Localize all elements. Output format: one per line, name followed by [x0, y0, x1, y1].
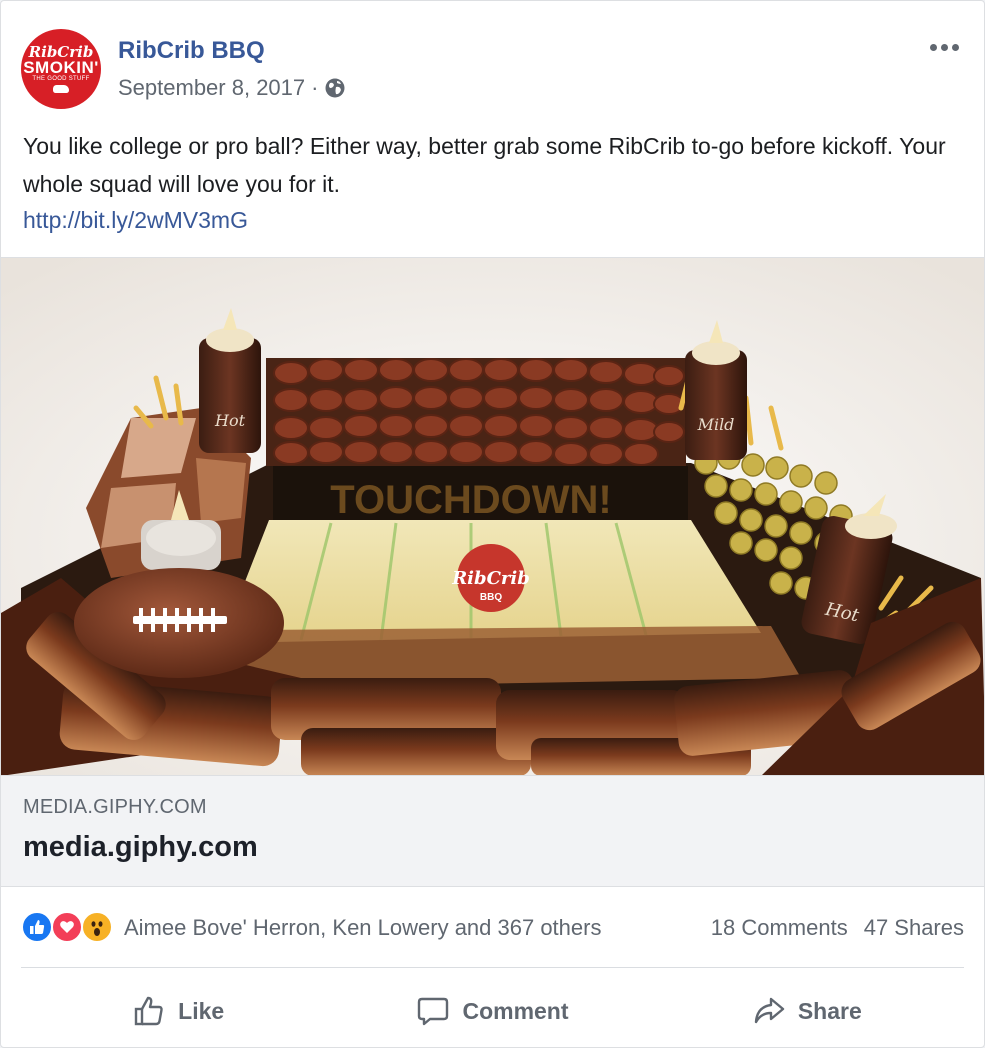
post-date[interactable]: September 8, 2017 — [118, 75, 305, 101]
avatar-line-2: SMOKIN' — [23, 58, 99, 77]
bottle-label: Hot — [214, 411, 246, 430]
globe-icon[interactable] — [324, 77, 346, 99]
more-dot-icon — [929, 43, 937, 51]
page-name-link[interactable]: RibCrib BBQ — [118, 37, 265, 65]
post-meta: September 8, 2017 · — [118, 75, 346, 101]
action-bar: Like Comment Share — [21, 983, 964, 1039]
avatar[interactable]: RibCrib SMOKIN' THE GOOD STUFF — [21, 29, 101, 109]
wow-reaction-icon — [81, 911, 113, 943]
more-dot-icon — [951, 43, 959, 51]
post-link[interactable]: http://bit.ly/2wMV3mG — [23, 201, 248, 239]
share-label: Share — [797, 997, 862, 1024]
more-options-button[interactable] — [924, 35, 964, 59]
bbq-stadium-illustration: TOUCHDOWN! RibCrib BBQ Hot Mild Hot — [1, 258, 984, 775]
thumbs-up-icon — [134, 996, 163, 1026]
avatar-line-3: THE GOOD STUFF — [32, 76, 90, 82]
love-reaction-icon — [51, 911, 83, 943]
meta-separator: · — [311, 75, 319, 100]
share-button[interactable]: Share — [650, 983, 964, 1039]
touchdown-banner: TOUCHDOWN! — [330, 478, 611, 522]
comment-label: Comment — [462, 997, 569, 1024]
like-label: Like — [178, 997, 225, 1024]
comment-button[interactable]: Comment — [335, 983, 649, 1039]
post-header: RibCrib SMOKIN' THE GOOD STUFF RibCrib B… — [21, 25, 964, 109]
shares-count[interactable]: 47 Shares — [864, 915, 964, 941]
pig-icon — [53, 85, 69, 93]
post-text: You like college or pro ball? Either way… — [23, 133, 946, 197]
share-icon — [754, 997, 785, 1024]
sausage-stands — [266, 358, 686, 466]
reaction-stats: Aimee Bove' Herron, Ken Lowery and 367 o… — [21, 909, 964, 949]
bottle-label: Mild — [697, 415, 735, 434]
football-icon — [74, 568, 284, 678]
link-preview-domain: MEDIA.GIPHY.COM — [23, 796, 207, 818]
like-button[interactable]: Like — [21, 983, 335, 1039]
comments-count[interactable]: 18 Comments — [711, 915, 848, 941]
more-dot-icon — [940, 43, 948, 51]
reaction-names[interactable]: Aimee Bove' Herron, Ken Lowery and 367 o… — [124, 915, 601, 941]
post-card: RibCrib SMOKIN' THE GOOD STUFF RibCrib B… — [0, 0, 985, 1048]
link-preview[interactable]: MEDIA.GIPHY.COM media.giphy.com — [1, 775, 984, 887]
link-preview-title[interactable]: media.giphy.com — [23, 831, 258, 864]
divider — [21, 967, 964, 968]
like-reaction-icon — [21, 911, 53, 943]
field-logo-sub: BBQ — [480, 592, 502, 603]
engagement-counts: 18 Comments 47 Shares — [711, 915, 964, 941]
reaction-icons[interactable] — [21, 911, 121, 945]
comment-icon — [418, 997, 449, 1026]
field-logo-text: RibCrib — [451, 568, 530, 589]
post-image[interactable]: TOUCHDOWN! RibCrib BBQ Hot Mild Hot — [1, 257, 984, 775]
